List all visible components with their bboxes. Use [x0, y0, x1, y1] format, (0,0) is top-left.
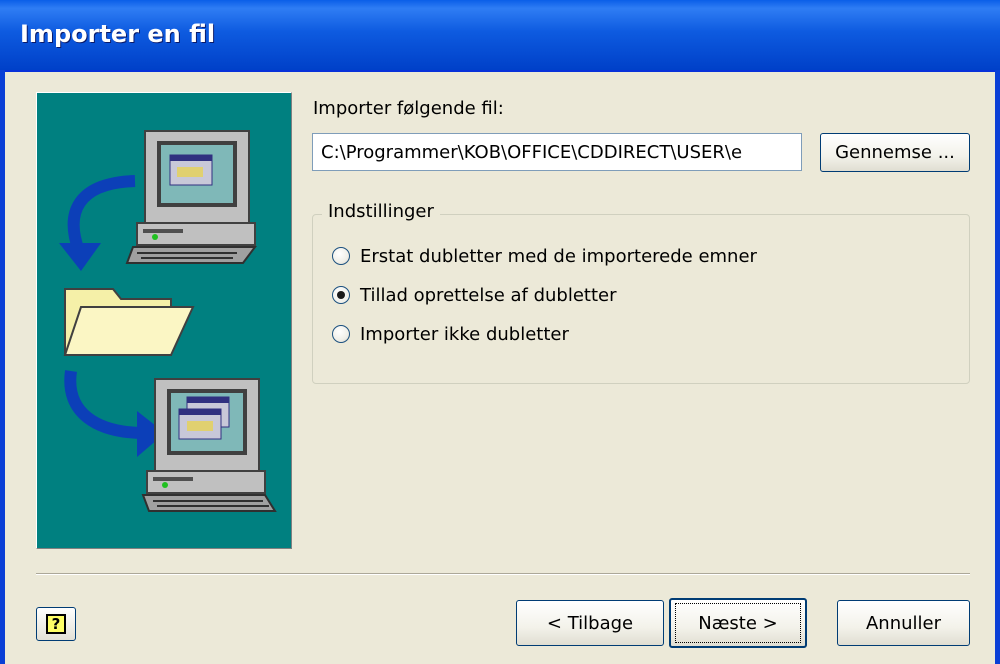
radio-replace-duplicates[interactable]: Erstat dubletter med de importerede emne…: [332, 243, 757, 269]
radio-label: Importer ikke dubletter: [360, 323, 569, 345]
window-frame-left: [0, 70, 5, 664]
radio-button[interactable]: [332, 247, 350, 265]
top-computer-icon: [125, 130, 257, 264]
import-file-label: Importer følgende fil:: [313, 98, 504, 119]
help-icon: ?: [46, 614, 66, 634]
next-button-label: Næste >: [698, 612, 778, 634]
radio-label: Tillad oprettelse af dubletter: [360, 284, 617, 306]
back-button-label: < Tilbage: [546, 612, 634, 634]
browse-button[interactable]: Gennemse ...: [820, 133, 970, 172]
browse-button-label: Gennemse ...: [835, 142, 955, 163]
folder-icon: [63, 288, 195, 356]
title-bar[interactable]: Importer en fil: [0, 0, 1000, 72]
file-path-input[interactable]: [312, 133, 802, 171]
footer-separator: [36, 573, 970, 575]
import-file-dialog: Importer en fil Importer følgende fil: C…: [0, 0, 1000, 664]
computer-folder-import-illustration: [59, 130, 277, 512]
radio-allow-duplicates[interactable]: Tillad oprettelse af dubletter: [332, 282, 617, 308]
next-button[interactable]: Næste >: [669, 598, 807, 648]
help-button[interactable]: ?: [36, 607, 76, 641]
window-frame-right: [995, 70, 1000, 664]
radio-button[interactable]: [332, 325, 350, 343]
radio-button-selected[interactable]: [332, 286, 350, 304]
cancel-button[interactable]: Annuller: [837, 600, 970, 646]
radio-label: Erstat dubletter med de importerede emne…: [360, 245, 757, 267]
back-button[interactable]: < Tilbage: [516, 600, 664, 646]
options-group-title: Indstillinger: [322, 201, 440, 222]
cancel-button-label: Annuller: [865, 612, 941, 634]
import-illustration: [36, 92, 292, 549]
window-title: Importer en fil: [20, 20, 216, 48]
radio-no-duplicates[interactable]: Importer ikke dubletter: [332, 321, 569, 347]
bottom-computer-icon: [141, 378, 277, 512]
